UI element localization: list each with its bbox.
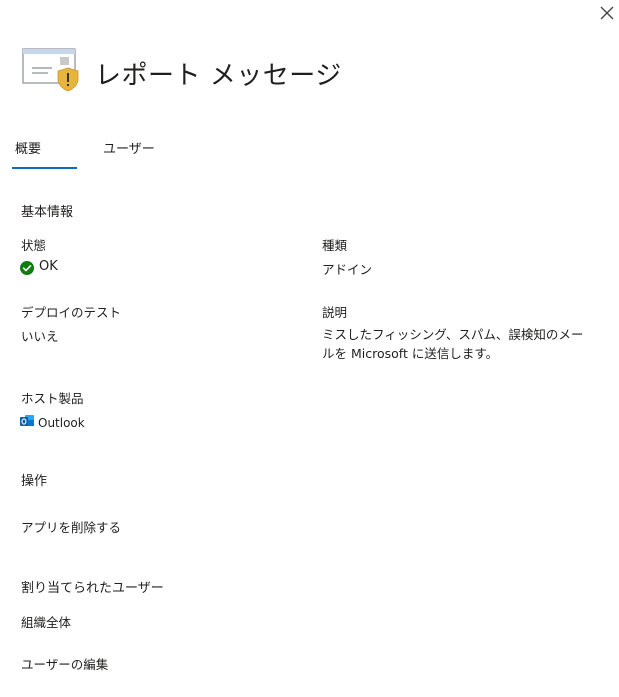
close-icon <box>600 6 614 20</box>
check-circle-icon <box>20 260 34 275</box>
active-tab-indicator <box>12 167 77 169</box>
basic-info-heading: 基本情報 <box>21 205 74 220</box>
host-product-label: ホスト製品 <box>21 391 84 406</box>
tab-users[interactable]: ユーザー <box>103 138 155 157</box>
assigned-users-value: 組織全体 <box>21 615 72 630</box>
status-label: 状態 <box>21 238 47 253</box>
status-value: OK <box>39 259 58 274</box>
actions-heading: 操作 <box>21 474 48 489</box>
report-message-app-icon <box>22 46 80 92</box>
outlook-icon <box>20 413 34 427</box>
deploy-test-value: いいえ <box>21 329 59 344</box>
edit-users-link[interactable]: ユーザーの編集 <box>21 654 108 673</box>
close-button[interactable] <box>596 2 618 24</box>
tab-overview[interactable]: 概要 <box>15 138 41 157</box>
remove-app-link[interactable]: アプリを削除する <box>21 517 121 536</box>
type-value: アドイン <box>322 262 373 277</box>
type-label: 種類 <box>322 238 348 253</box>
description-label: 説明 <box>322 305 348 320</box>
page-title: レポート メッセージ <box>95 61 342 91</box>
description-value: ミスしたフィッシング、スパム、誤検知のメールを Microsoft に送信します… <box>322 327 584 361</box>
deploy-test-label: デプロイのテスト <box>21 305 122 320</box>
assigned-users-heading: 割り当てられたユーザー <box>21 581 164 596</box>
host-product-value: Outlook <box>38 416 85 430</box>
